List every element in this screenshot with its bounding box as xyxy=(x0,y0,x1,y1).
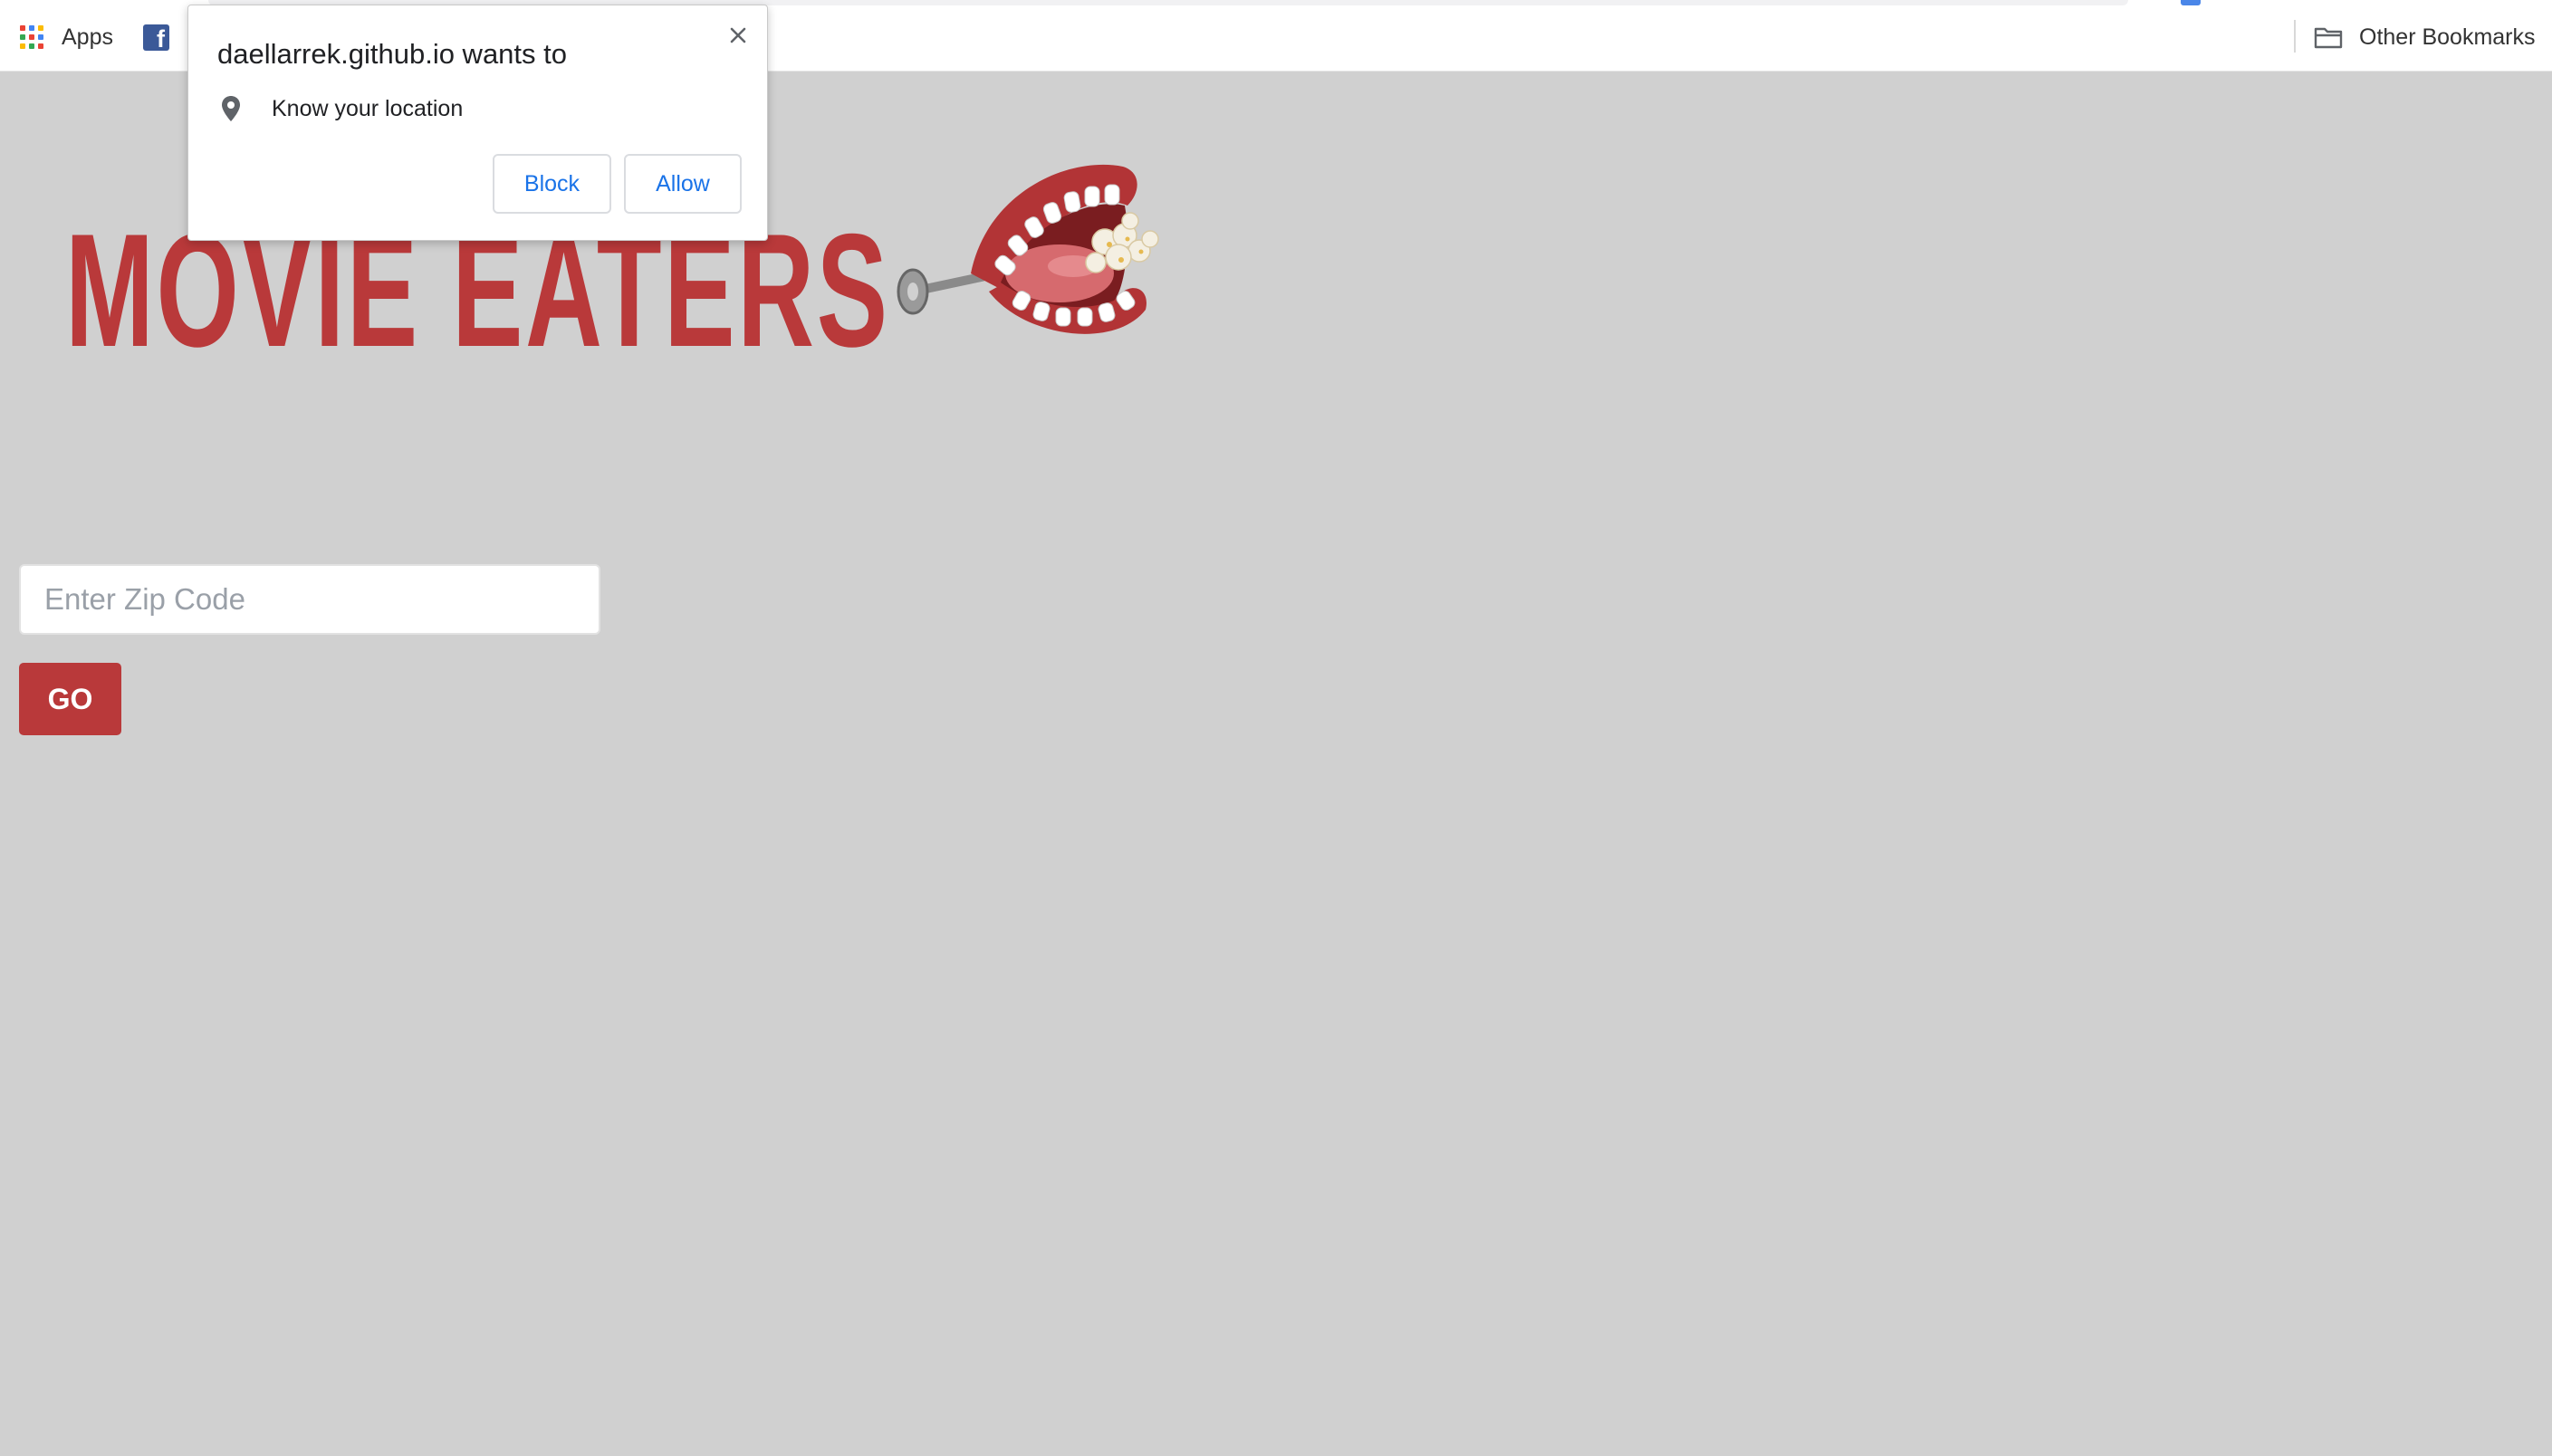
location-pin-icon xyxy=(222,96,240,121)
bookmarks-divider xyxy=(2294,20,2296,53)
bookmark-other-bookmarks[interactable]: Other Bookmarks xyxy=(2314,22,2536,53)
permission-title: daellarrek.github.io wants to xyxy=(217,38,568,70)
allow-button[interactable]: Allow xyxy=(624,154,742,214)
chattering-teeth-popcorn-icon xyxy=(897,164,1159,334)
location-permission-dialog: daellarrek.github.io wants to Know your … xyxy=(187,5,768,241)
bookmark-apps-label: Apps xyxy=(62,24,113,50)
close-icon[interactable] xyxy=(724,22,752,49)
apps-grid-icon xyxy=(20,25,43,49)
go-button[interactable]: GO xyxy=(19,663,121,735)
zip-code-input[interactable] xyxy=(19,564,600,635)
facebook-icon[interactable]: f xyxy=(143,24,169,51)
block-button[interactable]: Block xyxy=(493,154,611,214)
permission-request-text: Know your location xyxy=(272,95,464,121)
tab-accent-indicator xyxy=(2181,0,2201,5)
permission-request-row: Know your location xyxy=(221,91,463,127)
bookmark-apps[interactable]: Apps xyxy=(20,24,113,51)
folder-icon xyxy=(2314,27,2343,49)
other-bookmarks-label: Other Bookmarks xyxy=(2359,24,2536,50)
